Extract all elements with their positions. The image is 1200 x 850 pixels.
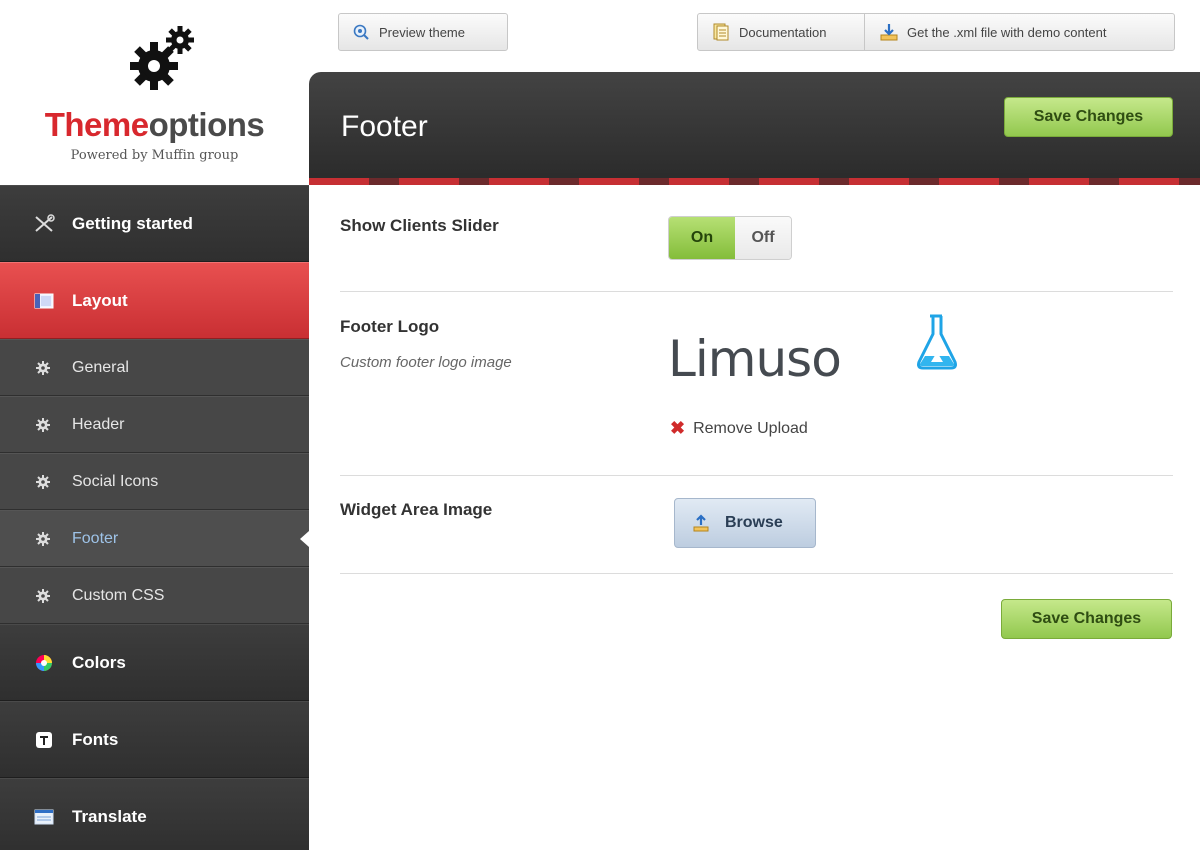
footer-logo-description: Custom footer logo image bbox=[340, 354, 512, 371]
sidebar-item-label: Fonts bbox=[72, 729, 119, 749]
upload-icon bbox=[691, 513, 711, 533]
browse-button[interactable]: Browse bbox=[674, 498, 816, 548]
layout-icon bbox=[32, 291, 56, 311]
sidebar-item-label: Colors bbox=[72, 652, 126, 672]
sidebar-item-label: Getting started bbox=[72, 213, 193, 233]
font-icon bbox=[32, 730, 56, 750]
toggle-off-option[interactable]: Off bbox=[735, 217, 791, 259]
sidebar-subitem-label: Custom CSS bbox=[72, 586, 165, 604]
gear-icon bbox=[36, 417, 50, 432]
sidebar: Getting started Layout General Header So… bbox=[0, 185, 309, 850]
row-divider bbox=[340, 573, 1173, 574]
gears-icon bbox=[130, 26, 194, 90]
toggle-on-option[interactable]: On bbox=[669, 217, 735, 259]
sidebar-subitem-label: General bbox=[72, 358, 129, 376]
logo-subtitle: Powered by Muffin group bbox=[70, 148, 239, 163]
magnifier-icon bbox=[352, 23, 370, 41]
gear-icon bbox=[36, 531, 50, 546]
tools-icon bbox=[32, 213, 56, 234]
footer-logo-preview: Limuso bbox=[668, 312, 968, 402]
clients-slider-toggle[interactable]: On Off bbox=[668, 216, 792, 260]
sidebar-subitem-label: Header bbox=[72, 415, 125, 433]
sidebar-subitem-custom-css[interactable]: Custom CSS bbox=[0, 567, 309, 624]
sidebar-subitem-label: Social Icons bbox=[72, 472, 159, 490]
header-stripe bbox=[309, 178, 1200, 185]
get-xml-file-button[interactable]: Get the .xml file with demo content bbox=[864, 13, 1175, 51]
sidebar-subitem-general[interactable]: General bbox=[0, 339, 309, 396]
preview-theme-button[interactable]: Preview theme bbox=[338, 13, 508, 51]
preview-theme-label: Preview theme bbox=[379, 24, 465, 40]
sidebar-item-colors[interactable]: Colors bbox=[0, 624, 309, 701]
sidebar-subitem-label: Footer bbox=[72, 529, 119, 547]
documentation-button[interactable]: Documentation bbox=[697, 13, 865, 51]
sidebar-item-layout[interactable]: Layout bbox=[0, 262, 309, 339]
sidebar-subitem-social-icons[interactable]: Social Icons bbox=[0, 453, 309, 510]
row-divider bbox=[340, 291, 1173, 292]
widget-area-image-label: Widget Area Image bbox=[340, 500, 493, 519]
row-divider bbox=[340, 475, 1173, 476]
save-changes-button-top[interactable]: Save Changes bbox=[1004, 97, 1173, 137]
color-wheel-icon bbox=[32, 653, 56, 673]
gear-icon bbox=[36, 588, 50, 603]
sidebar-item-fonts[interactable]: Fonts bbox=[0, 701, 309, 778]
get-xml-file-label: Get the .xml file with demo content bbox=[907, 24, 1107, 40]
translate-icon bbox=[32, 807, 56, 827]
flask-icon bbox=[917, 314, 957, 370]
logo-title-options: options bbox=[148, 106, 265, 143]
browse-label: Browse bbox=[725, 514, 783, 531]
sidebar-item-translate[interactable]: Translate bbox=[0, 778, 309, 850]
gear-icon bbox=[36, 360, 50, 375]
logo-title: Themeoptions bbox=[0, 106, 309, 144]
sidebar-item-getting-started[interactable]: Getting started bbox=[0, 185, 309, 262]
show-clients-slider-label: Show Clients Slider bbox=[340, 216, 499, 235]
documentation-label: Documentation bbox=[739, 24, 827, 40]
remove-x-icon: ✖ bbox=[670, 418, 686, 438]
gear-icon bbox=[36, 474, 50, 489]
sidebar-subitem-footer[interactable]: Footer bbox=[0, 510, 309, 567]
download-icon bbox=[880, 23, 898, 41]
footer-logo-label: Footer Logo bbox=[340, 317, 440, 336]
document-icon bbox=[712, 23, 730, 41]
sidebar-item-label: Layout bbox=[72, 290, 128, 310]
page-title: Footer bbox=[341, 110, 428, 143]
remove-upload-label: Remove Upload bbox=[693, 419, 808, 437]
logo-title-theme: Theme bbox=[44, 106, 149, 143]
toolbar-button-group: Documentation Get the .xml file with dem… bbox=[697, 13, 1175, 51]
remove-upload-button[interactable]: ✖ Remove Upload bbox=[670, 418, 808, 439]
theme-options-logo: Themeoptions Powered by Muffin group bbox=[0, 0, 309, 185]
save-changes-button-bottom[interactable]: Save Changes bbox=[1001, 599, 1172, 639]
footer-logo-text: Limuso bbox=[668, 330, 842, 388]
sidebar-item-label: Translate bbox=[72, 806, 147, 826]
sidebar-subitem-header[interactable]: Header bbox=[0, 396, 309, 453]
